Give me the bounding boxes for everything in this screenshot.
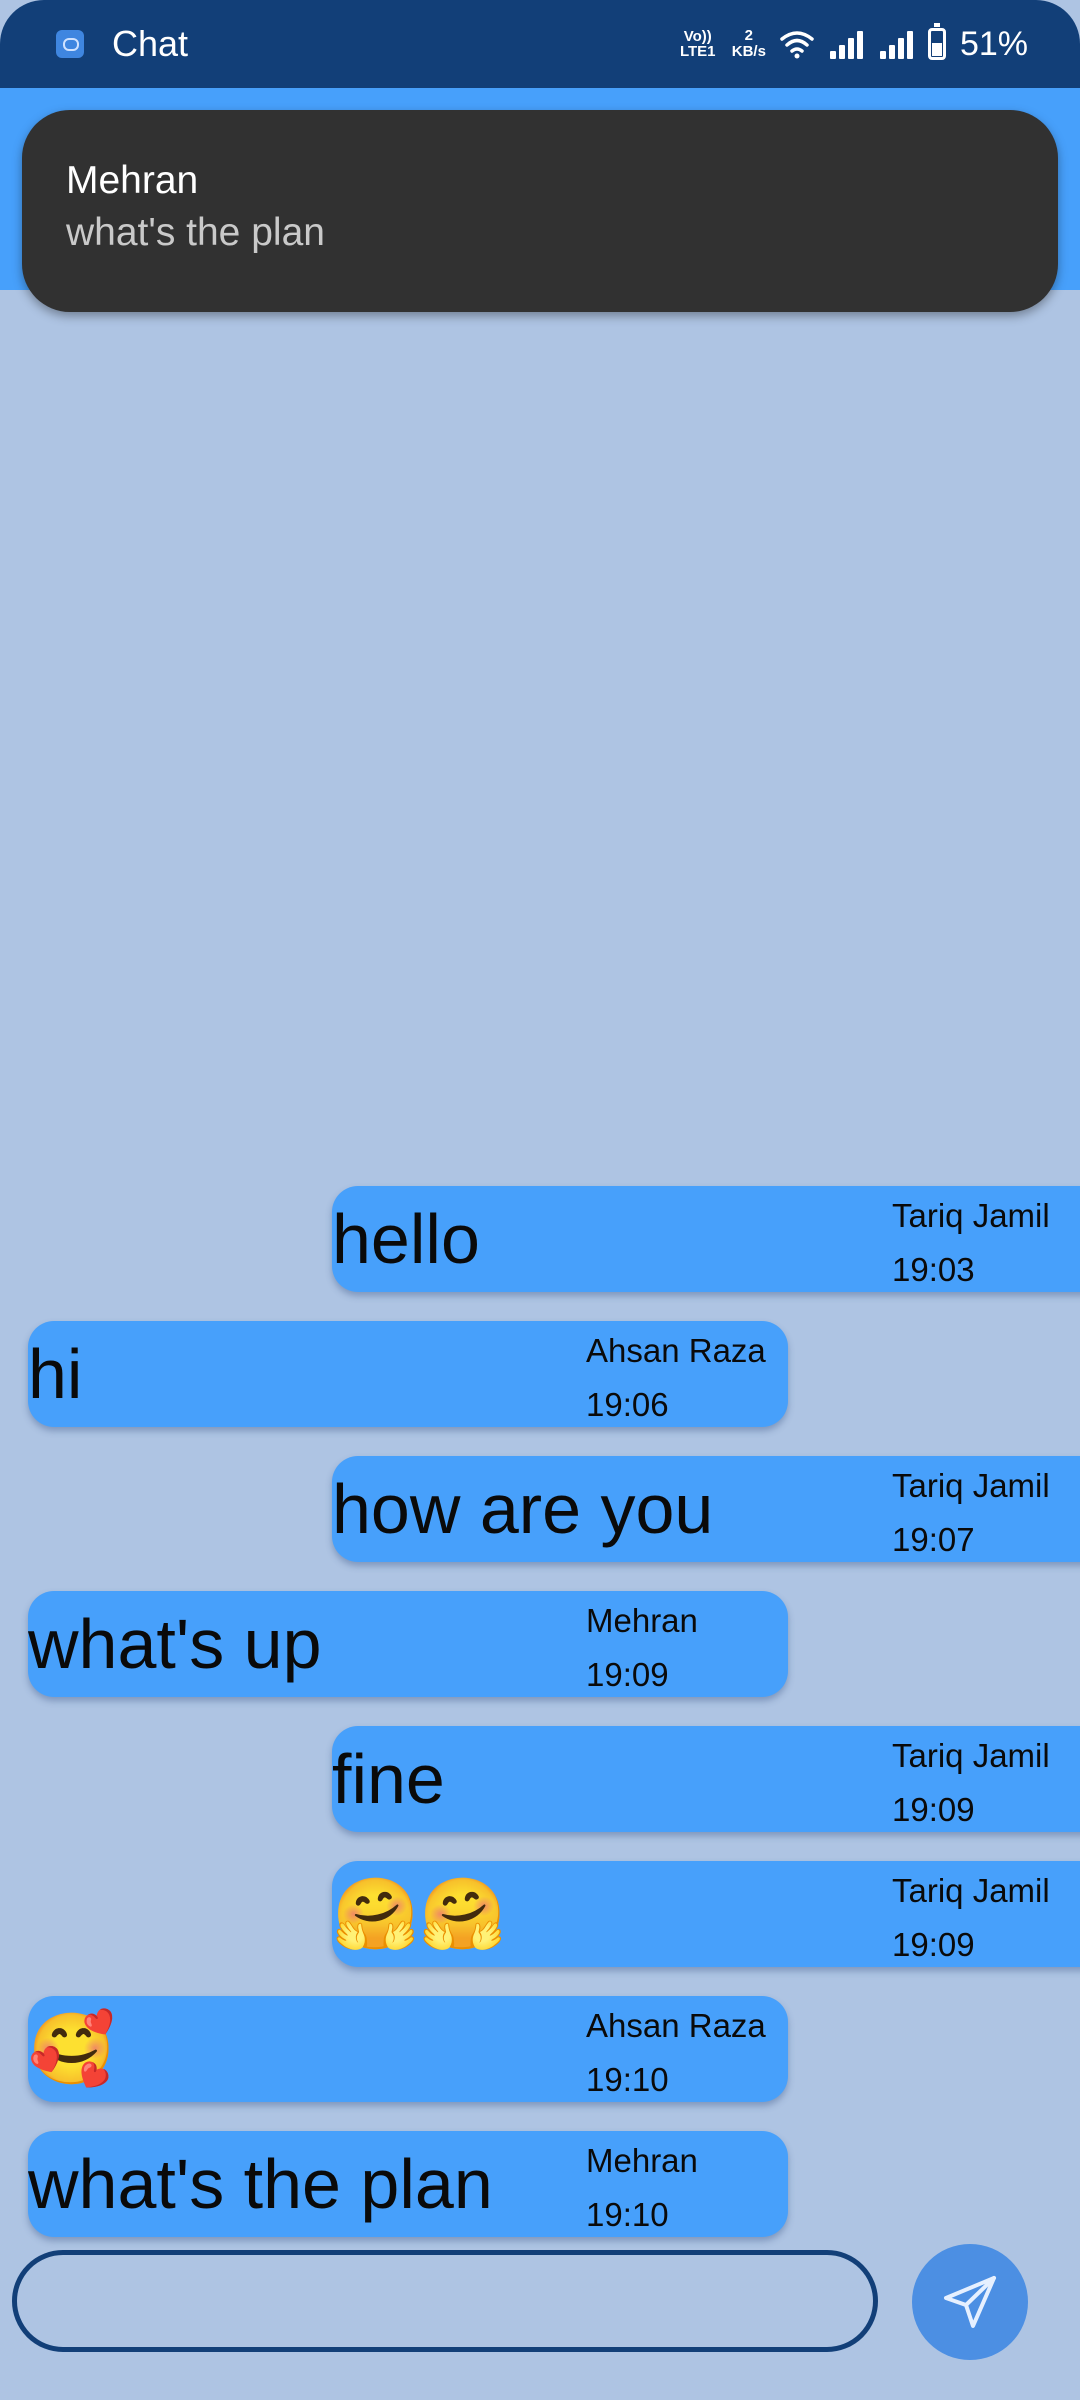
message-sender: Mehran <box>586 1602 698 1639</box>
message-bubble[interactable]: hi Ahsan Raza 19:06 <box>28 1321 788 1427</box>
network-speed: 2 KB/s <box>732 28 766 60</box>
message-time: 19:10 <box>586 2196 669 2233</box>
message-time: 19:10 <box>586 2061 669 2098</box>
battery-percent: 51% <box>959 25 1028 63</box>
message-text: what's up <box>28 1605 322 1683</box>
message-sender: Mehran <box>586 2142 698 2179</box>
message-bubble[interactable]: fine Tariq Jamil 19:09 <box>332 1726 1080 1832</box>
send-button[interactable] <box>912 2244 1028 2360</box>
message-bubble[interactable]: 🤗🤗 Tariq Jamil 19:09 <box>332 1861 1080 1967</box>
message-text: hello <box>332 1200 480 1278</box>
message-sender: Ahsan Raza <box>586 2007 766 2044</box>
message-sender: Tariq Jamil <box>892 1872 1050 1909</box>
message-time: 19:06 <box>586 1386 669 1423</box>
signal-icon <box>878 29 914 59</box>
volte-icon: Vo)) LTE1 <box>678 29 718 59</box>
message-text: 🥰 <box>28 2010 116 2088</box>
status-app-name: Chat <box>112 23 189 64</box>
message-time: 19:09 <box>892 1791 975 1828</box>
volte-label: Vo)) LTE1 <box>679 28 716 60</box>
battery-fill <box>931 42 942 56</box>
message-bubble[interactable]: 🥰 Ahsan Raza 19:10 <box>28 1996 788 2102</box>
message-bubble[interactable]: what's the plan Mehran 19:10 <box>28 2131 788 2237</box>
message-time: 19:03 <box>892 1251 975 1288</box>
status-indicators: Vo)) LTE1 2 KB/s 51% <box>678 18 1028 70</box>
message-sender: Ahsan Raza <box>586 1332 766 1369</box>
send-icon <box>944 2276 996 2328</box>
net-speed-unit: KB/s <box>731 43 766 60</box>
notification-banner[interactable]: Mehran what's the plan <box>22 110 1058 312</box>
net-speed-value: 2 <box>744 27 754 44</box>
message-input[interactable] <box>12 2250 878 2352</box>
notification-sender: Mehran <box>66 159 199 202</box>
chat-app-icon <box>56 30 84 58</box>
message-time: 19:09 <box>586 1656 669 1693</box>
wifi-icon <box>780 31 814 59</box>
status-bar: Chat Vo)) LTE1 2 KB/s 51% <box>0 0 1080 88</box>
notification-text: what's the plan <box>66 211 325 254</box>
message-text: what's the plan <box>28 2145 493 2223</box>
message-text: hi <box>28 1335 83 1413</box>
message-text: 🤗🤗 <box>332 1875 507 1953</box>
message-bubble[interactable]: hello Tariq Jamil 19:03 <box>332 1186 1080 1292</box>
message-time: 19:09 <box>892 1926 975 1963</box>
signal-icon <box>828 29 864 59</box>
message-sender: Tariq Jamil <box>892 1197 1050 1234</box>
message-bubble[interactable]: what's up Mehran 19:09 <box>28 1591 788 1697</box>
battery-icon <box>927 23 946 60</box>
message-sender: Tariq Jamil <box>892 1737 1050 1774</box>
message-text: how are you <box>332 1470 714 1548</box>
message-time: 19:07 <box>892 1521 975 1558</box>
message-bubble[interactable]: how are you Tariq Jamil 19:07 <box>332 1456 1080 1562</box>
message-text: fine <box>332 1740 445 1818</box>
message-sender: Tariq Jamil <box>892 1467 1050 1504</box>
